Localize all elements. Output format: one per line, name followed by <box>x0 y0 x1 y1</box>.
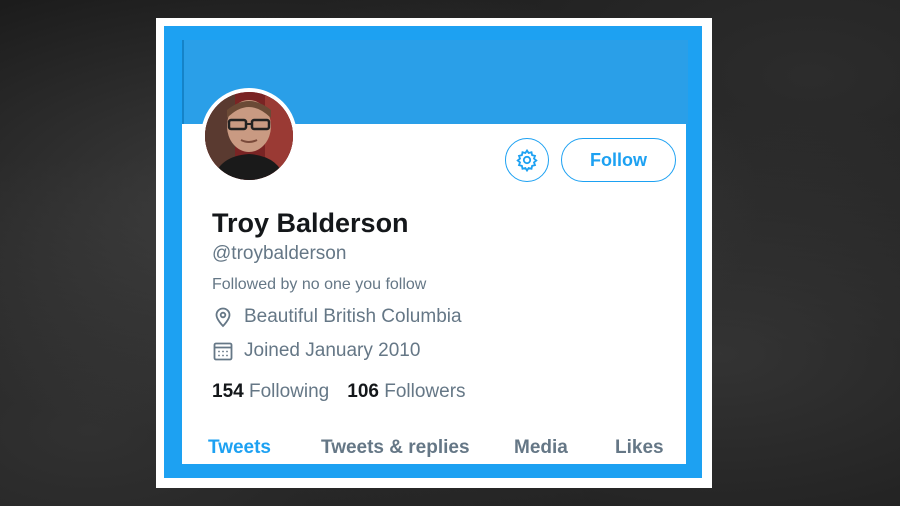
joined-text: Joined January 2010 <box>244 340 421 361</box>
tab-tweets-replies[interactable]: Tweets & replies <box>321 437 470 459</box>
stats-row: 154 Following 106 Followers <box>212 381 466 403</box>
followers-count: 106 <box>347 381 379 402</box>
followers-stat[interactable]: 106 Followers <box>347 381 465 403</box>
following-count: 154 <box>212 381 244 402</box>
gear-icon <box>515 148 539 172</box>
tab-likes[interactable]: Likes <box>615 437 664 459</box>
profile-frame: Follow Troy Balderson @troybalderson Fol… <box>156 18 712 488</box>
following-label: Following <box>248 381 330 402</box>
location-pin-icon <box>212 306 234 328</box>
tab-tweets[interactable]: Tweets <box>208 437 271 459</box>
following-stat[interactable]: 154 Following <box>212 381 329 403</box>
profile-tabs: Tweets Tweets & replies Media Likes <box>182 434 686 464</box>
followers-label: Followers <box>384 381 466 402</box>
tab-media[interactable]: Media <box>514 437 568 459</box>
profile-handle: @troybalderson <box>212 243 347 264</box>
profile-name: Troy Balderson <box>212 208 409 238</box>
followed-by-text: Followed by no one you follow <box>212 276 427 293</box>
location-row: Beautiful British Columbia <box>212 306 462 328</box>
location-text: Beautiful British Columbia <box>244 306 462 327</box>
follow-button[interactable]: Follow <box>561 138 676 182</box>
joined-row: Joined January 2010 <box>212 340 420 362</box>
calendar-icon <box>212 340 234 362</box>
settings-button[interactable] <box>505 138 549 182</box>
profile-card: Follow Troy Balderson @troybalderson Fol… <box>164 26 702 478</box>
avatar[interactable] <box>201 88 297 184</box>
